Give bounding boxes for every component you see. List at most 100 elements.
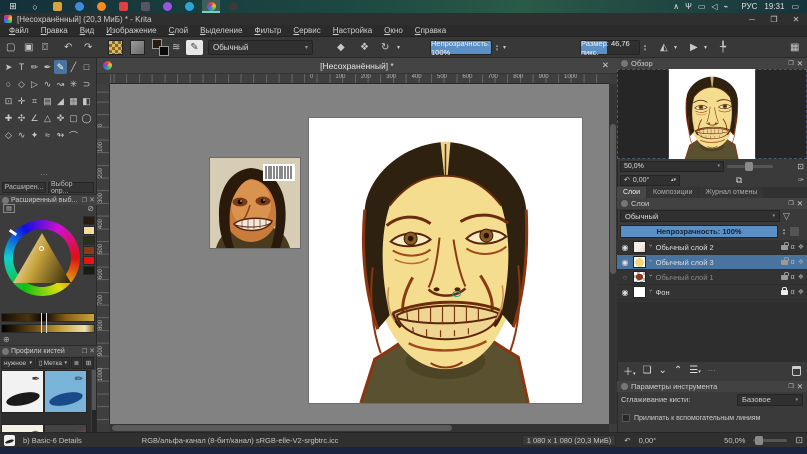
taskbar-app-start[interactable]: ⊞: [4, 0, 22, 13]
float-docker-icon[interactable]: ❐: [788, 383, 793, 390]
tool-enclose-fill[interactable]: ⊃: [80, 77, 93, 91]
rotation-spinbox[interactable]: ↶ 0,00° ▴▾: [620, 175, 680, 186]
overview-zoom-slider[interactable]: [727, 165, 773, 168]
color-model-button[interactable]: ▤: [3, 204, 15, 213]
float-docker-icon[interactable]: ❐: [788, 200, 793, 207]
canvas-vertical-scrollbar[interactable]: [609, 84, 617, 424]
float-docker-icon[interactable]: ❐: [82, 348, 87, 355]
gradient-chooser[interactable]: [108, 40, 123, 55]
opacity-spin[interactable]: ▴▾: [780, 224, 788, 239]
notification-icon[interactable]: ▭: [791, 2, 799, 11]
overview-zoom-dropdown[interactable]: 50,0%▾: [620, 161, 724, 172]
alpha-lock-icon[interactable]: α: [791, 259, 795, 266]
history-swatch-2[interactable]: [83, 236, 95, 245]
visibility-toggle-icon[interactable]: ◉: [620, 258, 630, 267]
lock-icon[interactable]: [781, 245, 788, 250]
shade-strip-2[interactable]: [1, 324, 95, 333]
tool-colorize-mask[interactable]: ✚: [2, 111, 15, 125]
opacity-spinner[interactable]: ▴▾: [493, 40, 501, 55]
new-document-button[interactable]: ▢: [6, 40, 15, 55]
lock-icon[interactable]: [781, 290, 788, 295]
clock[interactable]: 19:31: [764, 2, 784, 11]
foreground-background-colors[interactable]: [152, 39, 169, 56]
menu-Справка[interactable]: Справка: [410, 26, 451, 35]
tool-contiguous-select[interactable]: ✦: [28, 128, 41, 142]
pencil-preset[interactable]: ✏: [44, 370, 87, 413]
list-view-button[interactable]: ≣: [71, 357, 82, 369]
snap-guides-button[interactable]: ╄: [720, 40, 726, 55]
display-icon[interactable]: ▭: [698, 2, 706, 11]
tool-assistants[interactable]: △: [41, 111, 54, 125]
menu-Правка[interactable]: Правка: [36, 26, 73, 35]
history-swatch-4[interactable]: [83, 256, 95, 265]
taskbar-app-dark-app[interactable]: [136, 0, 154, 13]
fullscreen-icon[interactable]: ⊡: [795, 435, 803, 446]
zoom-slider[interactable]: [753, 439, 787, 442]
opacity-square-icon[interactable]: [790, 227, 799, 236]
fill-pattern-button[interactable]: ❖: [360, 40, 369, 55]
menu-Фильтр[interactable]: Фильтр: [249, 26, 286, 35]
taskbar-app-telegram[interactable]: [180, 0, 198, 13]
zoom-value[interactable]: 50,0%: [724, 436, 745, 445]
move-layer-down-button[interactable]: ⌄: [658, 365, 666, 376]
canvas-rotation-value[interactable]: 0,00°: [639, 436, 657, 445]
tool-calligraphy[interactable]: ✒: [41, 60, 54, 74]
visibility-toggle-icon[interactable]: ◉: [620, 243, 630, 252]
taskbar-app-blue-app[interactable]: [70, 0, 88, 13]
history-swatch-5[interactable]: [83, 266, 95, 275]
minimize-button[interactable]: ─: [741, 15, 763, 24]
reference-image[interactable]: [210, 158, 300, 248]
alpha-lock-icon[interactable]: α: [791, 274, 795, 281]
close-docker-icon[interactable]: ✕: [797, 199, 803, 208]
pin-icon[interactable]: ✑: [798, 176, 804, 184]
close-docker-icon[interactable]: ✕: [89, 196, 95, 204]
taskbar-app-red-app[interactable]: [114, 0, 132, 13]
menu-Настройка[interactable]: Настройка: [328, 26, 377, 35]
tool-polygon-select[interactable]: ◇: [2, 128, 15, 142]
ink-pen-preset[interactable]: ✒: [1, 370, 44, 413]
history-swatch-0[interactable]: [83, 216, 95, 225]
pattern-chooser[interactable]: [130, 40, 145, 55]
float-docker-icon[interactable]: ❐: [82, 197, 87, 204]
shade-selector-hide-icon[interactable]: ⊘: [87, 204, 94, 213]
layer-row-0[interactable]: ◉⑂Обычный слой 2α❖: [617, 240, 807, 255]
tool-bezier-curve[interactable]: ∿: [41, 77, 54, 91]
taskbar-app-purple-app[interactable]: [158, 0, 176, 13]
taskbar-app-krita[interactable]: [202, 0, 220, 13]
overview-thumbnail[interactable]: [659, 69, 765, 159]
layer-row-3[interactable]: ◉⑂Фонα❖: [617, 285, 807, 300]
visibility-toggle-icon[interactable]: ○: [620, 273, 630, 282]
move-layer-up-button[interactable]: ⌃: [674, 365, 682, 376]
preset-caret[interactable]: ▾: [397, 40, 400, 55]
alpha-lock-icon[interactable]: α: [791, 244, 795, 251]
tool-smart-patch[interactable]: ✣: [15, 111, 28, 125]
menu-Окно[interactable]: Окно: [379, 26, 408, 35]
tool-magnetic-select[interactable]: ⌒: [67, 128, 80, 142]
tool-select-shapes[interactable]: ➤: [2, 60, 15, 74]
tool-line[interactable]: ╱: [67, 60, 80, 74]
maximize-button[interactable]: ❐: [763, 15, 785, 24]
inherit-alpha-icon[interactable]: ❖: [798, 288, 804, 296]
canvas-rotation-icon[interactable]: ↶: [624, 436, 630, 445]
layer-opacity-slider[interactable]: Непрозрачность: 100%: [620, 225, 778, 238]
workspace-chooser-icon[interactable]: ≋: [172, 40, 180, 55]
close-button[interactable]: ✕: [785, 15, 807, 24]
microphone-icon[interactable]: Ψ: [685, 2, 692, 11]
tool-similar-select[interactable]: ≈: [41, 128, 54, 142]
tool-crop[interactable]: ⌗: [28, 94, 41, 108]
close-docker-icon[interactable]: ✕: [89, 347, 95, 355]
layer-row-1[interactable]: ◉⑂Обычный слой 3α❖: [617, 255, 807, 270]
undo-button[interactable]: ↶: [64, 40, 72, 55]
tab-advanced-selector[interactable]: Расширен...: [2, 182, 46, 193]
inherit-alpha-icon[interactable]: ❖: [798, 243, 804, 251]
tool-polygon[interactable]: ◇: [15, 77, 28, 91]
tool-rect-select[interactable]: ▢: [67, 111, 80, 125]
duplicate-layer-button[interactable]: ❏: [643, 365, 652, 376]
menu-Слой[interactable]: Слой: [164, 26, 193, 35]
speaker-icon[interactable]: ◁: [711, 2, 717, 11]
tool-reference-images[interactable]: ✜: [54, 111, 67, 125]
reload-preset-button[interactable]: ↻: [381, 40, 389, 55]
fit-canvas-icon[interactable]: ⊡: [797, 162, 804, 171]
tool-dynamic-brush[interactable]: ↝: [54, 77, 67, 91]
tag-dropdown[interactable]: ▯Метка▾: [36, 357, 70, 369]
